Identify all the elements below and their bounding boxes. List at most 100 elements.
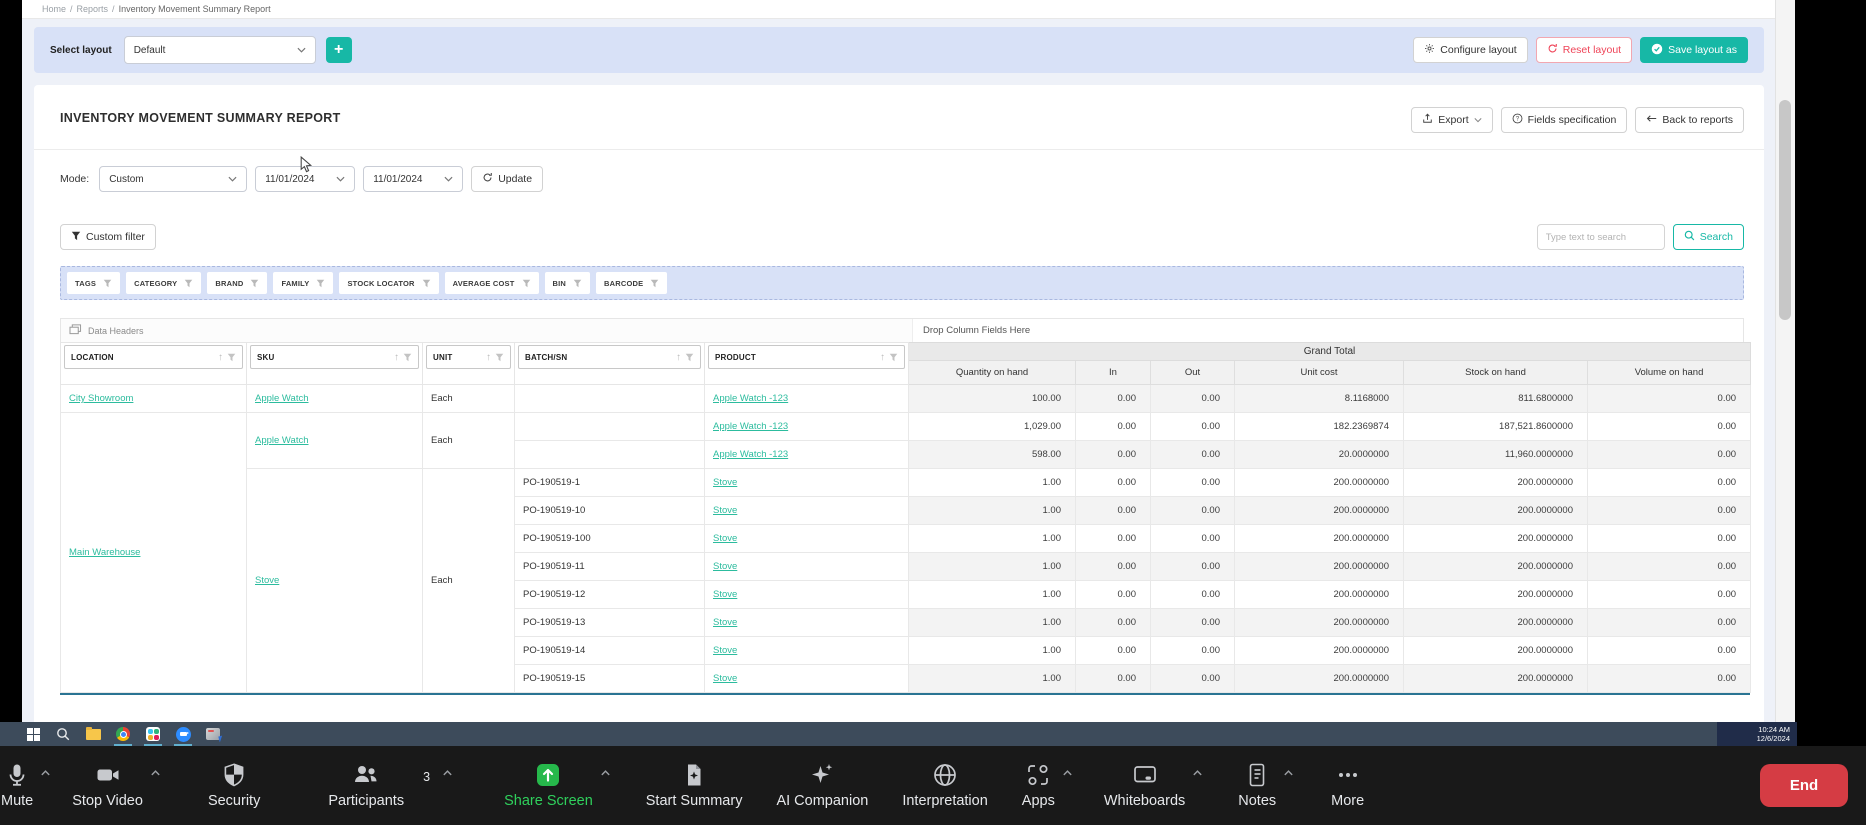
sort-icon[interactable]: ↑ bbox=[218, 352, 223, 363]
taskbar-clock[interactable]: 10:24 AM 12/6/2024 bbox=[1717, 722, 1797, 746]
grid-link[interactable]: Stove bbox=[713, 533, 737, 544]
start-button[interactable] bbox=[18, 722, 48, 746]
group-by-chip[interactable]: BIN bbox=[544, 272, 591, 294]
add-layout-button[interactable]: + bbox=[325, 37, 352, 63]
start-summary-button[interactable]: Start Summary bbox=[629, 762, 760, 809]
grid-link[interactable]: Apple Watch bbox=[255, 435, 309, 446]
grid-link[interactable]: Main Warehouse bbox=[69, 547, 140, 558]
share-screen-button[interactable]: Share Screen bbox=[487, 762, 610, 809]
grid-link[interactable]: Stove bbox=[713, 673, 737, 684]
column-header-product[interactable]: PRODUCT ↑ bbox=[704, 342, 909, 385]
filter-icon[interactable] bbox=[227, 353, 236, 362]
group-by-chip[interactable]: AVERAGE COST bbox=[444, 272, 539, 294]
grid-link[interactable]: City Showroom bbox=[69, 393, 133, 404]
grid-link[interactable]: Stove bbox=[713, 645, 737, 656]
browser-scrollbar[interactable] bbox=[1775, 0, 1795, 722]
drop-column-fields-zone[interactable]: Drop Column Fields Here bbox=[912, 319, 1743, 342]
grid-link[interactable]: Apple Watch -123 bbox=[713, 449, 788, 460]
filter-icon[interactable] bbox=[316, 279, 325, 288]
group-by-chip[interactable]: STOCK LOCATOR bbox=[339, 272, 439, 294]
grid-link[interactable]: Apple Watch -123 bbox=[713, 421, 788, 432]
sort-icon[interactable]: ↑ bbox=[486, 352, 491, 363]
grid-value-cell: 200.0000000 bbox=[1234, 496, 1404, 525]
column-header-location[interactable]: LOCATION ↑ bbox=[60, 342, 247, 385]
file-explorer-button[interactable] bbox=[78, 722, 108, 746]
group-by-chip[interactable]: CATEGORY bbox=[126, 272, 202, 294]
filter-icon[interactable] bbox=[889, 353, 898, 362]
select-layout-label: Select layout bbox=[50, 44, 112, 56]
layout-select[interactable]: Default bbox=[123, 36, 316, 64]
filter-icon[interactable] bbox=[573, 279, 582, 288]
date-to-select[interactable]: 11/01/2024 bbox=[363, 166, 464, 192]
grid-link[interactable]: Stove bbox=[713, 617, 737, 628]
filter-icon[interactable] bbox=[250, 279, 259, 288]
grid-link[interactable]: Apple Watch bbox=[255, 393, 309, 404]
more-button[interactable]: More bbox=[1314, 762, 1381, 809]
sort-icon[interactable]: ↑ bbox=[676, 352, 681, 363]
screen-share-indicator-button[interactable] bbox=[198, 722, 228, 746]
notes-button[interactable]: Notes bbox=[1221, 762, 1293, 809]
slack-icon bbox=[146, 727, 160, 741]
grid-link[interactable]: Stove bbox=[255, 575, 279, 586]
custom-filter-button[interactable]: Custom filter bbox=[60, 224, 156, 250]
export-button[interactable]: Export bbox=[1411, 107, 1493, 133]
filter-icon[interactable] bbox=[184, 279, 193, 288]
whiteboards-button[interactable]: Whiteboards bbox=[1087, 762, 1202, 809]
grid-text-cell bbox=[514, 412, 705, 441]
slack-button[interactable] bbox=[138, 722, 168, 746]
grid-value-cell: 0.00 bbox=[1075, 524, 1151, 553]
reset-layout-button[interactable]: Reset layout bbox=[1535, 37, 1633, 63]
back-to-reports-button[interactable]: Back to reports bbox=[1635, 107, 1744, 133]
grid-text-cell bbox=[514, 384, 705, 413]
column-header-unit[interactable]: UNIT ↑ bbox=[422, 342, 515, 385]
grid-link[interactable]: Stove bbox=[713, 589, 737, 600]
taskbar-search-button[interactable] bbox=[48, 722, 78, 746]
scrollbar-thumb[interactable] bbox=[1779, 100, 1791, 320]
configure-layout-button[interactable]: Configure layout bbox=[1413, 37, 1528, 63]
interpretation-button[interactable]: Interpretation bbox=[885, 762, 1004, 809]
filter-icon[interactable] bbox=[103, 279, 112, 288]
zoom-meeting-toolbar: Mute Stop Video Security 3 Participants … bbox=[0, 746, 1866, 825]
column-header-batch-sn[interactable]: BATCH/SN ↑ bbox=[514, 342, 705, 385]
end-meeting-button[interactable]: End bbox=[1760, 764, 1848, 807]
save-layout-as-button[interactable]: Save layout as bbox=[1640, 37, 1748, 63]
mute-button[interactable]: Mute bbox=[0, 762, 50, 809]
breadcrumb-home[interactable]: Home bbox=[42, 4, 66, 14]
sort-icon[interactable]: ↑ bbox=[880, 352, 885, 363]
group-by-chip[interactable]: BARCODE bbox=[596, 272, 668, 294]
filter-icon[interactable] bbox=[650, 279, 659, 288]
search-input[interactable] bbox=[1536, 224, 1665, 250]
filter-icon[interactable] bbox=[495, 353, 504, 362]
column-header-sku[interactable]: SKU ↑ bbox=[246, 342, 423, 385]
grid-value-cell: 0.00 bbox=[1150, 524, 1235, 553]
group-by-chip[interactable]: TAGS bbox=[67, 272, 121, 294]
filter-icon[interactable] bbox=[422, 279, 431, 288]
grid-link[interactable]: Apple Watch -123 bbox=[713, 393, 788, 404]
data-headers-zone[interactable]: Data Headers bbox=[61, 319, 912, 342]
ai-companion-button[interactable]: AI Companion bbox=[759, 762, 885, 809]
participants-options-chevron[interactable] bbox=[440, 757, 455, 815]
filter-icon[interactable] bbox=[685, 353, 694, 362]
filter-icon[interactable] bbox=[522, 279, 531, 288]
filter-icon[interactable] bbox=[403, 353, 412, 362]
security-button[interactable]: Security bbox=[191, 762, 277, 809]
grid-link[interactable]: Stove bbox=[713, 505, 737, 516]
chrome-button[interactable] bbox=[108, 722, 138, 746]
breadcrumb-reports[interactable]: Reports bbox=[77, 4, 109, 14]
group-by-chip[interactable]: BRAND bbox=[207, 272, 268, 294]
update-button[interactable]: Update bbox=[471, 166, 544, 192]
participants-button[interactable]: 3 Participants bbox=[311, 762, 434, 809]
share-screen-label: Share Screen bbox=[504, 793, 593, 809]
fields-specification-button[interactable]: ? Fields specification bbox=[1500, 107, 1628, 133]
gear-icon bbox=[1424, 43, 1435, 57]
group-by-chip[interactable]: FAMILY bbox=[273, 272, 334, 294]
sort-icon[interactable]: ↑ bbox=[394, 352, 399, 363]
grid-link[interactable]: Stove bbox=[713, 561, 737, 572]
search-button[interactable]: Search bbox=[1672, 224, 1744, 250]
apps-button[interactable]: Apps bbox=[1005, 762, 1072, 809]
zoom-app-button[interactable] bbox=[168, 722, 198, 746]
grid-value-cell: 200.0000000 bbox=[1403, 608, 1588, 637]
mode-select[interactable]: Custom bbox=[99, 166, 248, 192]
grid-link[interactable]: Stove bbox=[713, 477, 737, 488]
stop-video-button[interactable]: Stop Video bbox=[55, 762, 160, 809]
